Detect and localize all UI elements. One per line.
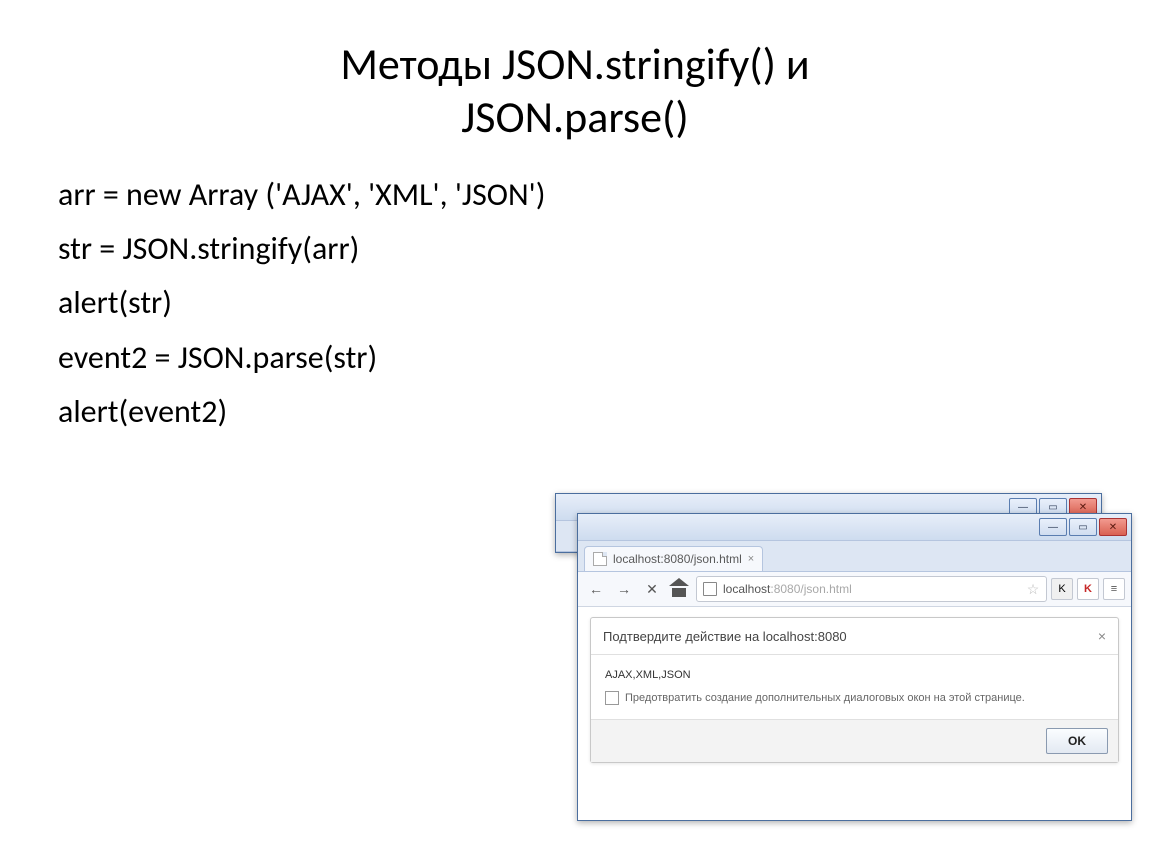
close-button[interactable]: ✕ xyxy=(1099,518,1127,536)
code-line-1: arr = new Array ('AJAX', 'XML', 'JSON') xyxy=(58,168,1150,222)
extension-k[interactable]: K xyxy=(1051,578,1073,600)
page-icon xyxy=(593,552,607,566)
js-alert-dialog: Подтвердите действие на localhost:8080 ×… xyxy=(590,617,1119,763)
home-icon xyxy=(671,581,689,597)
minimize-button[interactable]: — xyxy=(1039,518,1067,536)
extension-k-label: K xyxy=(1058,583,1065,595)
maximize-icon: ▭ xyxy=(1048,502,1057,513)
menu-icon: ≡ xyxy=(1111,583,1117,595)
tab-close-button[interactable]: × xyxy=(748,553,754,565)
code-line-4: event2 = JSON.parse(str) xyxy=(58,331,1150,385)
forward-icon: → xyxy=(617,581,631,597)
back-icon: ← xyxy=(589,581,603,597)
slide-body: arr = new Array ('AJAX', 'XML', 'JSON') … xyxy=(0,144,1150,440)
dialog-header-text: Подтвердите действие на localhost:8080 xyxy=(603,629,847,644)
address-bar[interactable]: localhost:8080/json.html ☆ xyxy=(696,576,1047,602)
browser-tab[interactable]: localhost:8080/json.html × xyxy=(584,546,763,571)
ok-button[interactable]: OK xyxy=(1046,728,1108,754)
dialog-header: Подтвердите действие на localhost:8080 × xyxy=(591,618,1118,655)
close-icon: ✕ xyxy=(1079,502,1087,513)
dialog-button-row: OK xyxy=(591,719,1118,762)
slide-title-line1: Методы JSON.stringify() и xyxy=(0,38,1150,91)
browser-toolbar: ← → ✕ localhost:8080/json.html ☆ K K ≡ xyxy=(578,572,1131,607)
ok-button-label: OK xyxy=(1068,734,1086,748)
minimize-icon: — xyxy=(1018,502,1028,513)
extension-kaspersky[interactable]: K xyxy=(1077,578,1099,600)
tabstrip: localhost:8080/json.html × xyxy=(578,541,1131,572)
home-button[interactable] xyxy=(668,577,692,601)
titlebar: — ▭ ✕ xyxy=(578,514,1131,541)
extension-kaspersky-label: K xyxy=(1084,583,1092,595)
site-icon xyxy=(703,582,717,596)
suppress-checkbox[interactable] xyxy=(605,691,619,705)
maximize-icon: ▭ xyxy=(1078,522,1087,533)
browser-menu-button[interactable]: ≡ xyxy=(1103,578,1125,600)
minimize-icon: — xyxy=(1048,522,1058,533)
dialog-message: AJAX,XML,JSON xyxy=(591,655,1118,687)
bookmark-star-icon[interactable]: ☆ xyxy=(1026,581,1040,598)
slide-title: Методы JSON.stringify() и JSON.parse() xyxy=(0,0,1150,144)
url-host: localhost xyxy=(723,582,770,596)
code-line-5: alert(event2) xyxy=(58,385,1150,439)
reload-icon: ✕ xyxy=(646,581,658,598)
slide-title-line2: JSON.parse() xyxy=(0,91,1150,144)
close-icon: ✕ xyxy=(1109,522,1117,533)
maximize-button[interactable]: ▭ xyxy=(1069,518,1097,536)
dialog-suppress-row: Предотвратить создание дополнительных ди… xyxy=(591,687,1118,719)
back-button[interactable]: ← xyxy=(584,577,608,601)
dialog-close-button[interactable]: × xyxy=(1098,628,1106,644)
code-line-2: str = JSON.stringify(arr) xyxy=(58,222,1150,276)
browser-window: — ▭ ✕ localhost:8080/json.html × ← → ✕ l… xyxy=(577,513,1132,821)
url-text: localhost:8080/json.html xyxy=(723,582,852,596)
url-rest: :8080/json.html xyxy=(770,582,851,596)
code-line-3: alert(str) xyxy=(58,276,1150,330)
forward-button[interactable]: → xyxy=(612,577,636,601)
suppress-checkbox-label: Предотвратить создание дополнительных ди… xyxy=(625,692,1025,704)
reload-button[interactable]: ✕ xyxy=(640,577,664,601)
tab-title: localhost:8080/json.html xyxy=(613,552,742,566)
